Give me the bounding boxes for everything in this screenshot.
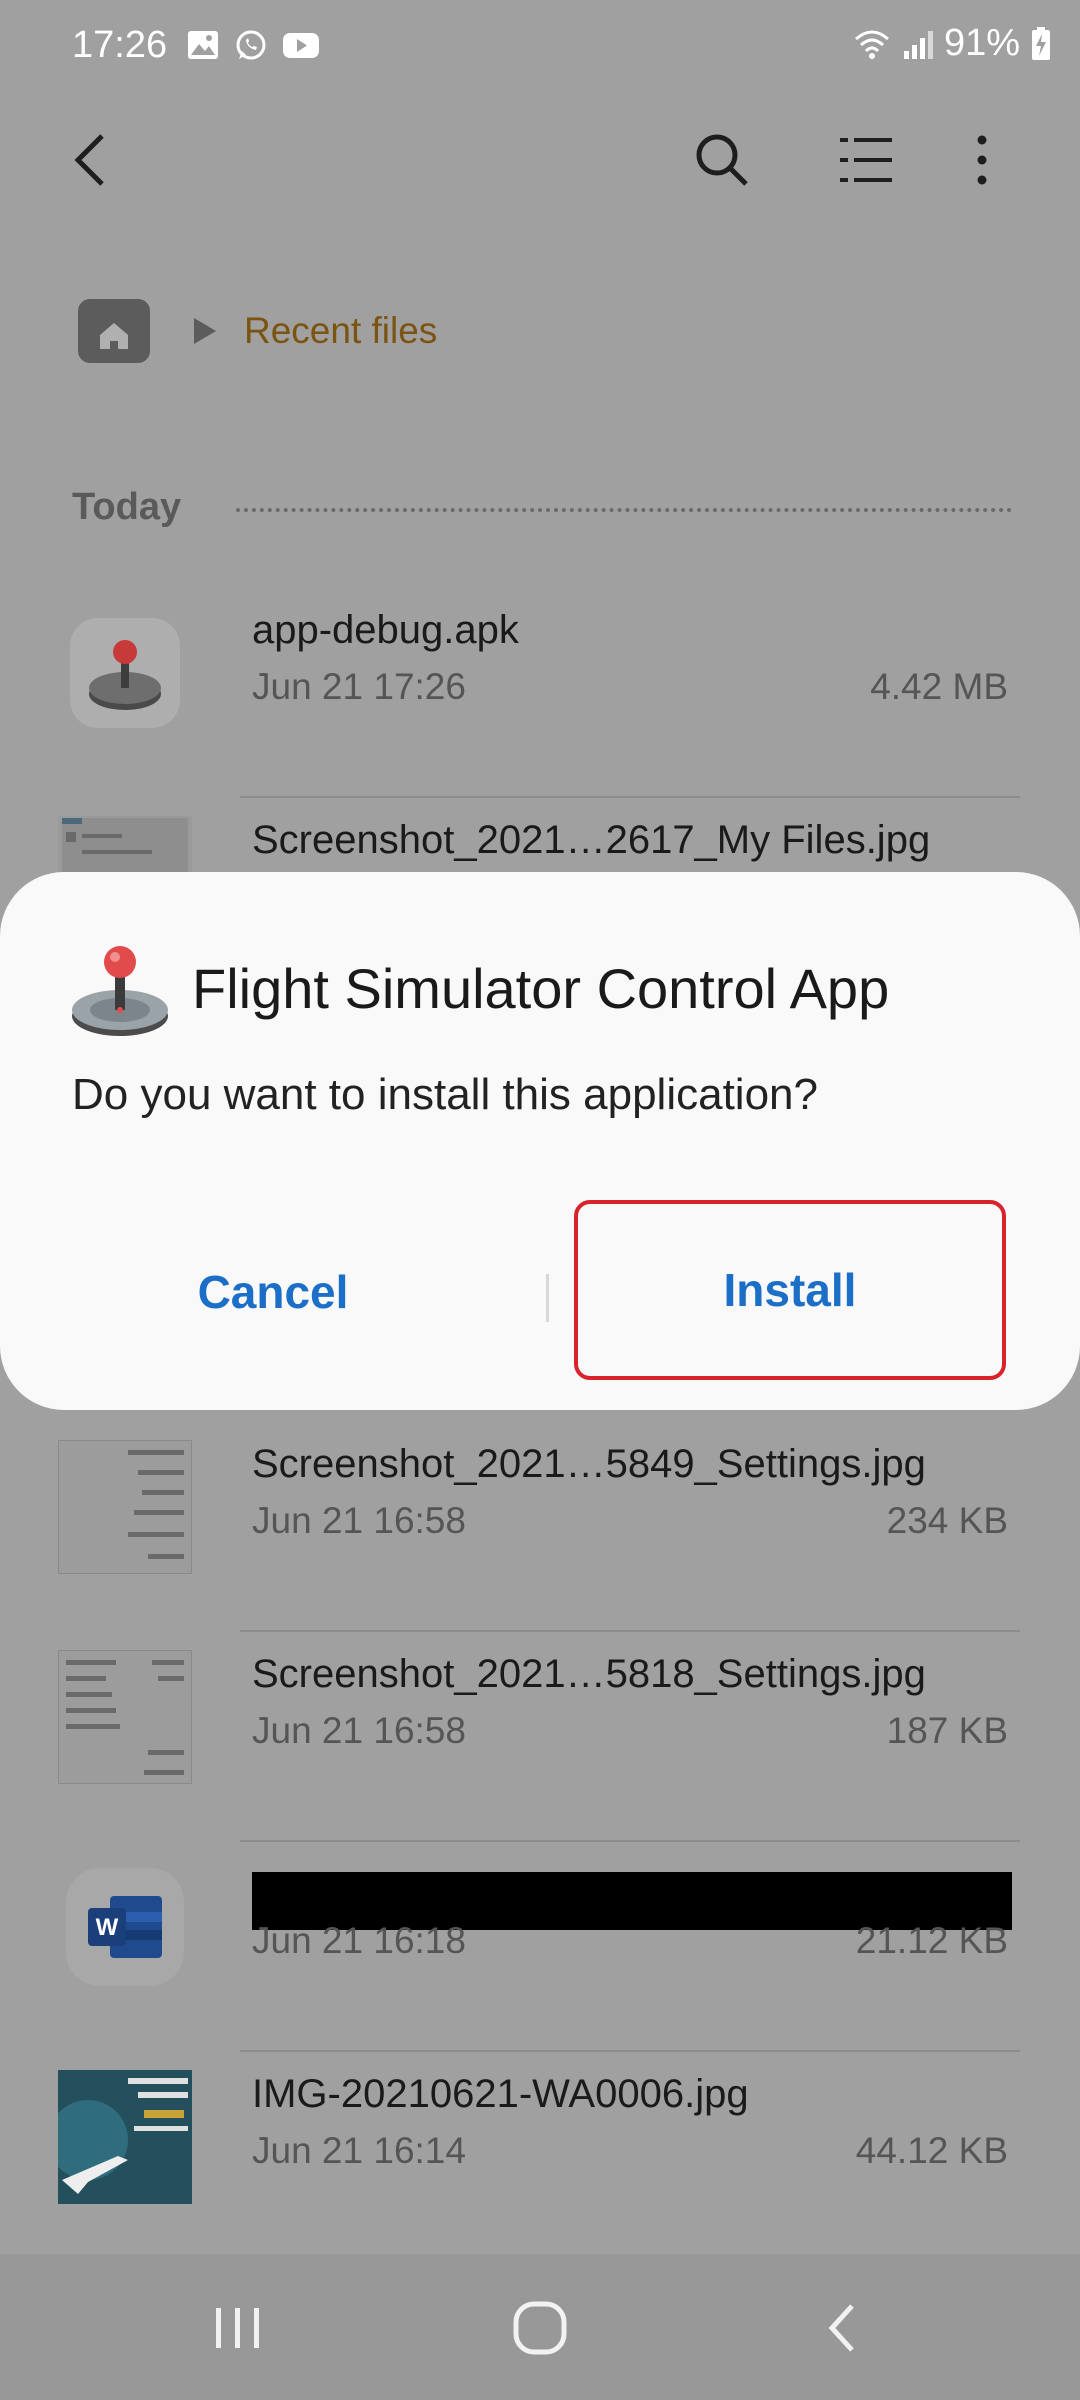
more-options-icon[interactable] <box>952 130 1012 190</box>
image-thumbnail <box>58 2070 192 2204</box>
file-name: Screenshot_2021…5849_Settings.jpg <box>252 1442 926 1486</box>
file-size: 234 KB <box>886 1500 1008 1541</box>
file-name: Screenshot_2021…2617_My Files.jpg <box>252 818 931 862</box>
file-size: 44.12 KB <box>855 2130 1008 2171</box>
word-icon: W <box>66 1868 184 1986</box>
chevron-right-icon <box>194 318 216 344</box>
list-view-icon[interactable] <box>836 130 896 190</box>
whatsapp-icon <box>236 30 266 60</box>
list-item[interactable]: Screenshot_2021…5849_Settings.jpg Jun 21… <box>0 1422 1080 1632</box>
wifi-icon <box>854 30 889 59</box>
search-icon[interactable] <box>692 130 752 190</box>
dialog-message: Do you want to install this application? <box>72 1070 818 1119</box>
breadcrumb-current[interactable]: Recent files <box>244 310 437 352</box>
toolbar <box>0 110 1080 210</box>
youtube-icon <box>283 33 319 58</box>
svg-text:W: W <box>96 1914 119 1941</box>
gallery-icon <box>188 31 218 59</box>
file-size: 4.42 MB <box>870 666 1008 707</box>
file-name: app-debug.apk <box>252 608 519 652</box>
button-separator <box>546 1274 549 1322</box>
dialog-title: Flight Simulator Control App <box>192 957 890 1020</box>
battery-charging-icon <box>1032 26 1050 60</box>
list-item[interactable]: Screenshot_2021…5818_Settings.jpg Jun 21… <box>0 1632 1080 1842</box>
file-date: Jun 21 16:18 <box>252 1920 466 1961</box>
status-bar: 17:26 91% <box>0 0 1080 100</box>
section-divider <box>236 508 1012 512</box>
screenshot-thumbnail <box>58 1440 192 1574</box>
signal-icon <box>903 30 933 59</box>
status-time: 17:26 <box>72 24 168 66</box>
home-icon[interactable] <box>508 2296 572 2360</box>
file-name: Screenshot_2021…5818_Settings.jpg <box>252 1652 926 1696</box>
screenshot-thumbnail <box>58 1650 192 1784</box>
back-icon[interactable] <box>812 2296 876 2360</box>
install-dialog: Flight Simulator Control App Do you want… <box>0 872 1080 1410</box>
file-name: IMG-20210621-WA0006.jpg <box>252 2072 749 2116</box>
install-button[interactable]: Install <box>574 1200 1006 1380</box>
file-size: 21.12 KB <box>855 1920 1008 1961</box>
back-icon[interactable] <box>62 130 122 190</box>
breadcrumb: Recent files <box>78 296 437 366</box>
navigation-bar <box>0 2254 1080 2400</box>
apk-joystick-icon <box>70 618 180 728</box>
notification-icons <box>186 28 320 62</box>
status-right: 91% <box>852 22 1052 65</box>
home-icon <box>100 323 128 349</box>
list-item[interactable]: app-debug.apk Jun 21 17:26 4.42 MB <box>0 588 1080 798</box>
file-date: Jun 21 17:26 <box>252 666 466 707</box>
list-item[interactable]: IMG-20210621-WA0006.jpg Jun 21 16:14 44.… <box>0 2052 1080 2262</box>
recent-apps-icon[interactable] <box>206 2296 270 2360</box>
home-folder-button[interactable] <box>78 299 150 363</box>
cancel-button[interactable]: Cancel <box>0 1208 546 1376</box>
list-item[interactable]: W Jun 21 16:18 21.12 KB <box>0 1842 1080 2052</box>
battery-percent: 91% <box>943 22 1020 64</box>
file-size: 187 KB <box>886 1710 1008 1751</box>
file-date: Jun 21 16:58 <box>252 1710 466 1751</box>
file-date: Jun 21 16:58 <box>252 1500 466 1541</box>
app-joystick-icon <box>72 946 168 1036</box>
section-header: Today <box>72 486 182 528</box>
file-date: Jun 21 16:14 <box>252 2130 466 2171</box>
